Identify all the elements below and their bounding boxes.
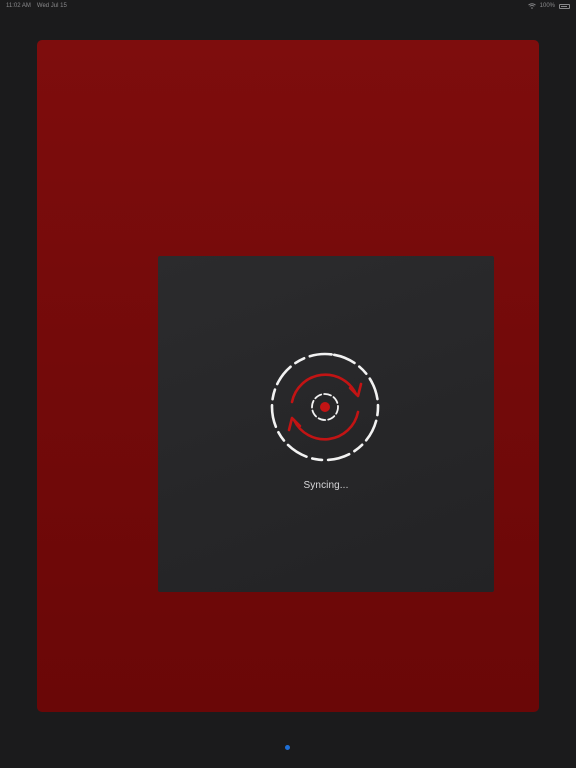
status-bar: 11:02 AM Wed Jul 15 100% [0, 0, 576, 12]
wifi-icon [527, 3, 536, 9]
sync-status-label: Syncing... [303, 480, 349, 491]
app-frame: Syncing... [37, 40, 539, 712]
sync-panel: Syncing... [158, 256, 494, 592]
battery-icon [559, 3, 570, 9]
status-left: 11:02 AM Wed Jul 15 [6, 0, 67, 12]
battery-percentage: 100% [539, 3, 555, 9]
status-date: Wed Jul 15 [36, 3, 67, 9]
status-time: 11:02 AM [6, 3, 31, 9]
sync-icon [268, 350, 382, 464]
status-right: 100% [527, 0, 570, 12]
page-indicator-dot[interactable] [285, 745, 290, 750]
